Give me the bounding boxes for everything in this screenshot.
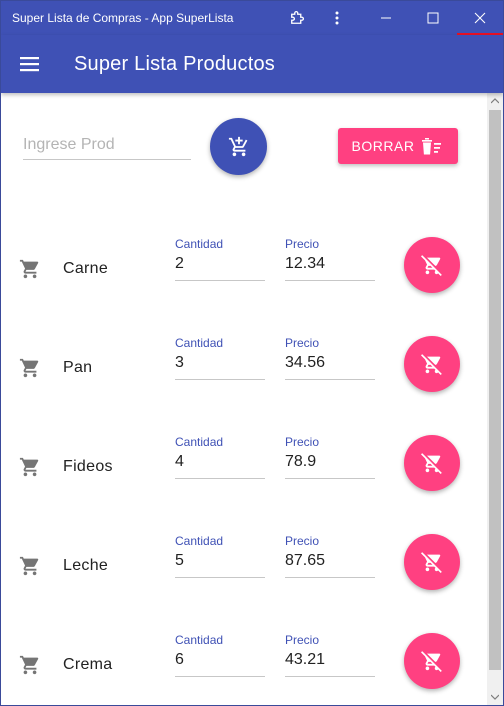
list-item-pan: Pan Cantidad Precio	[1, 326, 487, 425]
price-label: Precio	[285, 336, 320, 350]
page-title: Super Lista Productos	[74, 53, 275, 75]
quantity-input[interactable]	[175, 550, 265, 578]
app-window: Super Lista de Compras - App SuperLista	[0, 0, 504, 706]
scrollbar-thumb[interactable]	[489, 110, 501, 670]
quantity-label: Cantidad	[175, 237, 224, 251]
clear-all-button[interactable]: BORRAR	[338, 128, 458, 164]
list-item-fideos: Fideos Cantidad Precio	[1, 425, 487, 524]
menu-icon	[20, 57, 39, 72]
add-product-button[interactable]	[210, 118, 267, 175]
maximize-button[interactable]	[410, 1, 456, 35]
remove-shopping-cart-icon	[421, 354, 442, 375]
list-item-crema: Crema Cantidad Precio	[1, 623, 487, 705]
remove-item-button[interactable]	[404, 633, 460, 689]
price-input[interactable]	[285, 352, 375, 380]
list-item-carne: Carne Cantidad Precio	[1, 227, 487, 326]
price-label: Precio	[285, 237, 320, 251]
quantity-input[interactable]	[175, 451, 265, 479]
list-item-leche: Leche Cantidad Precio	[1, 524, 487, 623]
quantity-label: Cantidad	[175, 534, 224, 548]
window-title: Super Lista de Compras - App SuperLista	[12, 11, 234, 25]
price-input[interactable]	[285, 451, 375, 479]
quantity-input[interactable]	[175, 649, 265, 677]
quantity-input[interactable]	[175, 253, 265, 281]
item-name: Carne	[63, 260, 109, 277]
price-label: Precio	[285, 435, 320, 449]
price-label: Precio	[285, 534, 320, 548]
app-bar: Super Lista Productos	[1, 35, 503, 93]
remove-shopping-cart-icon	[421, 255, 442, 276]
item-name: Pan	[63, 359, 93, 376]
price-label: Precio	[285, 633, 320, 647]
menu-button[interactable]	[19, 54, 41, 74]
maximize-icon	[427, 12, 439, 24]
price-input[interactable]	[285, 649, 375, 677]
clear-button-label: BORRAR	[351, 138, 415, 154]
shopping-cart-icon	[19, 655, 39, 675]
item-name: Fideos	[63, 458, 113, 475]
shopping-cart-icon	[19, 358, 39, 378]
remove-item-button[interactable]	[404, 237, 460, 293]
quantity-input[interactable]	[175, 352, 265, 380]
remove-shopping-cart-icon	[421, 651, 442, 672]
shopping-cart-icon	[19, 457, 39, 477]
item-name: Leche	[63, 557, 109, 574]
item-name: Crema	[63, 656, 113, 673]
quantity-label: Cantidad	[175, 435, 224, 449]
shopping-cart-icon	[19, 259, 39, 279]
remove-item-button[interactable]	[404, 534, 460, 590]
price-input[interactable]	[285, 253, 375, 281]
close-button[interactable]	[457, 1, 503, 35]
title-bar: Super Lista de Compras - App SuperLista	[1, 1, 503, 35]
scroll-down-icon[interactable]	[487, 689, 503, 705]
remove-shopping-cart-icon	[421, 453, 442, 474]
delete-sweep-icon	[422, 138, 442, 155]
close-icon	[474, 12, 486, 24]
scrollbar[interactable]	[487, 93, 503, 705]
remove-shopping-cart-icon	[421, 552, 442, 573]
price-input[interactable]	[285, 550, 375, 578]
scroll-up-icon[interactable]	[487, 93, 503, 109]
quantity-label: Cantidad	[175, 633, 224, 647]
more-options-button[interactable]	[314, 1, 360, 35]
more-vert-icon	[335, 11, 339, 25]
extensions-icon	[291, 11, 304, 24]
product-input[interactable]	[23, 131, 191, 160]
shopping-cart-icon	[19, 556, 39, 576]
minimize-icon	[381, 17, 391, 19]
minimize-button[interactable]	[363, 1, 409, 35]
remove-item-button[interactable]	[404, 336, 460, 392]
add-shopping-cart-icon	[228, 136, 247, 156]
quantity-label: Cantidad	[175, 336, 224, 350]
remove-item-button[interactable]	[404, 435, 460, 491]
